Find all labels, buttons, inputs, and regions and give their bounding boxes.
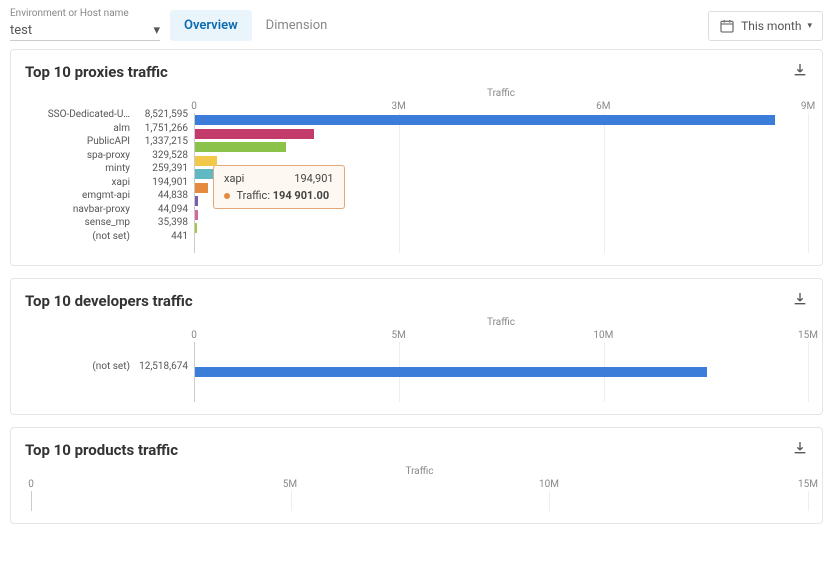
chart-tooltip: xapi 194,901 Traffic: 194 901.00 — [213, 165, 345, 209]
axis-title: Traffic — [194, 88, 808, 99]
value-label: 194,901 — [138, 177, 188, 188]
chevron-down-icon: ▾ — [807, 21, 812, 31]
tooltip-dot-icon — [224, 193, 230, 199]
chart-bar[interactable] — [195, 210, 198, 220]
axis-tick: 9M — [801, 101, 815, 112]
chart-row: navbar-proxy 44,094 — [25, 203, 188, 217]
tooltip-metric-value: 194 901.00 — [273, 189, 329, 202]
chart-bar[interactable] — [195, 142, 286, 152]
value-label: 1,337,215 — [138, 136, 188, 147]
category-label: SSO-Dedicated-U… — [25, 109, 130, 120]
date-range-picker[interactable]: This month ▾ — [708, 11, 823, 41]
axis-tick: 6M — [596, 101, 610, 112]
chart-row: xapi 194,901 — [25, 176, 188, 190]
category-label: navbar-proxy — [25, 204, 130, 215]
download-button[interactable] — [792, 62, 808, 82]
value-label: 44,094 — [138, 204, 188, 215]
tab-dimension[interactable]: Dimension — [252, 10, 342, 41]
env-select[interactable]: test ▾ — [10, 21, 160, 41]
chart-row: (not set) 441 — [25, 230, 188, 244]
category-label: (not set) — [25, 231, 130, 242]
chart-bar[interactable] — [195, 156, 217, 166]
axis-tick: 10M — [539, 479, 559, 490]
category-label: spa-proxy — [25, 150, 130, 161]
tab-overview[interactable]: Overview — [170, 10, 252, 41]
calendar-icon — [719, 18, 735, 34]
env-label: Environment or Host name — [10, 8, 160, 19]
chart-row: minty 259,391 — [25, 162, 188, 176]
value-label: 259,391 — [138, 163, 188, 174]
tooltip-series-value: 194,901 — [294, 172, 333, 185]
axis-tick: 0 — [191, 330, 197, 341]
category-label: alm — [25, 123, 130, 134]
download-button[interactable] — [792, 440, 808, 460]
chart-row: emgmt-api 44,838 — [25, 189, 188, 203]
value-label: 441 — [138, 231, 188, 242]
category-label: PublicAPI — [25, 136, 130, 147]
chart-row: sense_mp 35,398 — [25, 216, 188, 230]
chart-bar[interactable] — [195, 183, 208, 193]
value-label: 8,521,595 — [138, 109, 188, 120]
axis-tick: 5M — [391, 330, 405, 341]
chart-bar[interactable] — [195, 196, 198, 206]
value-label: 44,838 — [138, 190, 188, 201]
axis-tick: 0 — [191, 101, 197, 112]
env-value: test — [10, 23, 32, 38]
tooltip-metric-label: Traffic: — [237, 189, 270, 202]
value-label: 329,528 — [138, 150, 188, 161]
category-label: xapi — [25, 177, 130, 188]
panel-title: Top 10 products traffic — [25, 441, 178, 459]
axis-tick: 5M — [283, 479, 297, 490]
chart-bar[interactable] — [195, 223, 197, 233]
chevron-down-icon: ▾ — [153, 23, 160, 38]
chart-bar[interactable] — [195, 129, 314, 139]
category-label: emgmt-api — [25, 190, 130, 201]
category-label: sense_mp — [25, 217, 130, 228]
date-range-label: This month — [741, 19, 801, 33]
panel-developers: Top 10 developers traffic (not set) 12,51… — [10, 278, 823, 415]
chart-row: alm 1,751,266 — [25, 122, 188, 136]
download-icon — [792, 291, 808, 307]
axis-tick: 3M — [391, 101, 405, 112]
axis-tick: 15M — [798, 330, 818, 341]
category-label: minty — [25, 163, 130, 174]
value-label: 1,751,266 — [138, 123, 188, 134]
axis-tick: 15M — [798, 479, 818, 490]
chart-bar[interactable] — [195, 169, 213, 179]
category-label: (not set) — [25, 361, 130, 372]
panel-products: Top 10 products traffic Traffic 0 5M 10M 15… — [10, 427, 823, 524]
axis-tick: 10M — [593, 330, 613, 341]
panel-proxies: Top 10 proxies traffic SSO-Dedicated-U… 8… — [10, 49, 823, 266]
axis-tick: 0 — [28, 479, 34, 490]
value-label: 12,518,674 — [138, 361, 188, 372]
panel-title: Top 10 developers traffic — [25, 292, 193, 310]
panel-title: Top 10 proxies traffic — [25, 63, 168, 81]
download-icon — [792, 440, 808, 456]
tooltip-series-name: xapi — [224, 172, 244, 185]
axis-title: Traffic — [194, 317, 808, 328]
chart-row: (not set) 12,518,674 — [25, 360, 188, 374]
chart-row: PublicAPI 1,337,215 — [25, 135, 188, 149]
chart-row: spa-proxy 329,528 — [25, 149, 188, 163]
chart-row: SSO-Dedicated-U… 8,521,595 — [25, 108, 188, 122]
download-button[interactable] — [792, 291, 808, 311]
axis-title: Traffic — [31, 466, 808, 477]
chart-bar[interactable] — [195, 115, 775, 125]
download-icon — [792, 62, 808, 78]
value-label: 35,398 — [138, 217, 188, 228]
chart-bar[interactable] — [195, 367, 707, 377]
